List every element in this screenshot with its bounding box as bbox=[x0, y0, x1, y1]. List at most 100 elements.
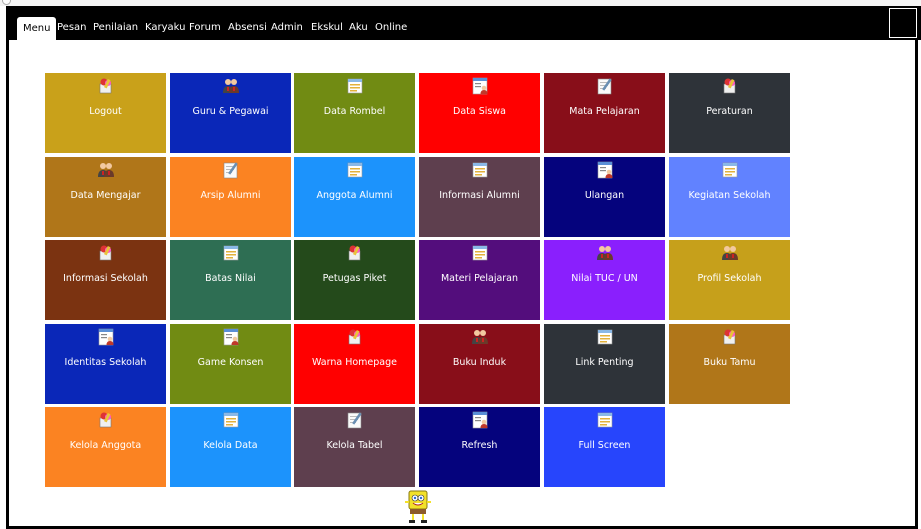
menu-tile-label: Refresh bbox=[461, 440, 498, 451]
menu-tile-batas-nilai[interactable]: Batas Nilai bbox=[170, 240, 291, 320]
menu-tile-kelola-anggota[interactable]: Kelola Anggota bbox=[45, 407, 166, 487]
window-icon bbox=[471, 244, 489, 262]
menu-tile-warna-homepage[interactable]: Warna Homepage bbox=[294, 324, 415, 404]
menu-tile-label: Buku Tamu bbox=[703, 357, 756, 368]
tab-penilaian[interactable]: Penilaian bbox=[93, 16, 138, 40]
sponge-mascot-icon bbox=[405, 490, 431, 523]
tab-ekskul[interactable]: Ekskul bbox=[311, 16, 343, 40]
menu-tile-label: Logout bbox=[89, 106, 122, 117]
top-nav-bar: Menu Pesan Penilaian Karyaku Forum Absen… bbox=[6, 6, 921, 40]
user-doc-icon bbox=[471, 77, 489, 95]
window-icon bbox=[596, 411, 614, 429]
menu-tile-label: Informasi Sekolah bbox=[63, 273, 148, 284]
pencil-box-icon bbox=[97, 244, 115, 262]
menu-tile-kegiatan-sekolah[interactable]: Kegiatan Sekolah bbox=[669, 157, 790, 237]
tab-menu[interactable]: Menu bbox=[17, 17, 57, 40]
pen-paper-icon bbox=[222, 161, 240, 179]
menu-tile-guru-pegawai[interactable]: Guru & Pegawai bbox=[170, 73, 291, 153]
users-icon bbox=[721, 244, 739, 262]
frame-right-border bbox=[915, 40, 918, 529]
menu-tile-label: Warna Homepage bbox=[312, 357, 397, 368]
tab-online[interactable]: Online bbox=[375, 16, 407, 40]
menu-tile-informasi-sekolah[interactable]: Informasi Sekolah bbox=[45, 240, 166, 320]
menu-tile-label: Buku Induk bbox=[452, 357, 507, 368]
window-icon bbox=[222, 244, 240, 262]
window-icon bbox=[721, 161, 739, 179]
users-icon bbox=[596, 244, 614, 262]
menu-tile-full-screen[interactable]: Full Screen bbox=[544, 407, 665, 487]
window-icon bbox=[222, 411, 240, 429]
tab-pesan[interactable]: Pesan bbox=[57, 16, 87, 40]
tab-aku[interactable]: Aku bbox=[349, 16, 368, 40]
menu-tile-label: Informasi Alumni bbox=[439, 190, 520, 201]
window-icon bbox=[471, 161, 489, 179]
user-doc-icon bbox=[596, 161, 614, 179]
tab-forum[interactable]: Forum bbox=[189, 16, 221, 40]
menu-tile-link-penting[interactable]: Link Penting bbox=[544, 324, 665, 404]
pen-paper-icon bbox=[346, 411, 364, 429]
user-doc-icon bbox=[471, 411, 489, 429]
pencil-box-icon bbox=[97, 77, 115, 95]
menu-tile-data-siswa[interactable]: Data Siswa bbox=[419, 73, 540, 153]
menu-tile-label: Arsip Alumni bbox=[200, 190, 261, 201]
users-icon bbox=[471, 328, 489, 346]
menu-tile-label: Data Mengajar bbox=[70, 190, 141, 201]
user-doc-icon bbox=[222, 328, 240, 346]
menu-tile-data-mengajar[interactable]: Data Mengajar bbox=[45, 157, 166, 237]
menu-tile-mata-pelajaran[interactable]: Mata Pelajaran bbox=[544, 73, 665, 153]
menu-tile-ulangan[interactable]: Ulangan bbox=[544, 157, 665, 237]
frame-left-border bbox=[6, 40, 9, 529]
menu-tile-refresh[interactable]: Refresh bbox=[419, 407, 540, 487]
menu-tile-label: Mata Pelajaran bbox=[569, 106, 640, 117]
menu-tile-label: Full Screen bbox=[578, 440, 631, 451]
menu-tile-arsip-alumni[interactable]: Arsip Alumni bbox=[170, 157, 291, 237]
pencil-box-icon bbox=[97, 411, 115, 429]
tab-absensi[interactable]: Absensi bbox=[228, 16, 267, 40]
menu-tile-kelola-data[interactable]: Kelola Data bbox=[170, 407, 291, 487]
menu-tile-label: Kelola Data bbox=[203, 440, 258, 451]
menu-tile-profil-sekolah[interactable]: Profil Sekolah bbox=[669, 240, 790, 320]
menu-tile-game-konsen[interactable]: Game Konsen bbox=[170, 324, 291, 404]
fullscreen-toggle-box[interactable] bbox=[889, 8, 917, 38]
menu-tile-label: Batas Nilai bbox=[205, 273, 256, 284]
menu-tile-peraturan[interactable]: Peraturan bbox=[669, 73, 790, 153]
users-icon bbox=[97, 161, 115, 179]
menu-tile-label: Ulangan bbox=[584, 190, 625, 201]
menu-tile-label: Data Rombel bbox=[323, 106, 386, 117]
menu-tile-nilai-tuc-un[interactable]: Nilai TUC / UN bbox=[544, 240, 665, 320]
menu-tile-data-rombel[interactable]: Data Rombel bbox=[294, 73, 415, 153]
tab-karyaku[interactable]: Karyaku bbox=[145, 16, 186, 40]
users-icon bbox=[222, 77, 240, 95]
menu-tile-label: Nilai TUC / UN bbox=[571, 273, 638, 284]
user-doc-icon bbox=[97, 328, 115, 346]
menu-tile-anggota-alumni[interactable]: Anggota Alumni bbox=[294, 157, 415, 237]
menu-tile-label: Game Konsen bbox=[197, 357, 264, 368]
tab-admin[interactable]: Admin bbox=[271, 16, 303, 40]
window-icon bbox=[346, 161, 364, 179]
menu-tile-buku-induk[interactable]: Buku Induk bbox=[419, 324, 540, 404]
menu-tile-buku-tamu[interactable]: Buku Tamu bbox=[669, 324, 790, 404]
menu-tile-label: Guru & Pegawai bbox=[192, 106, 269, 117]
menu-tile-label: Identitas Sekolah bbox=[64, 357, 147, 368]
menu-tile-label: Profil Sekolah bbox=[697, 273, 762, 284]
menu-tile-label: Kegiatan Sekolah bbox=[688, 190, 771, 201]
menu-tile-kelola-tabel[interactable]: Kelola Tabel bbox=[294, 407, 415, 487]
menu-tile-label: Kelola Tabel bbox=[326, 440, 383, 451]
menu-tile-logout[interactable]: Logout bbox=[45, 73, 166, 153]
window-icon bbox=[346, 77, 364, 95]
menu-tile-identitas-sekolah[interactable]: Identitas Sekolah bbox=[45, 324, 166, 404]
menu-tile-label: Link Penting bbox=[575, 357, 634, 368]
pencil-box-icon bbox=[346, 244, 364, 262]
menu-tile-label: Kelola Anggota bbox=[69, 440, 142, 451]
menu-tile-label: Anggota Alumni bbox=[316, 190, 393, 201]
window-icon bbox=[596, 328, 614, 346]
pen-paper-icon bbox=[596, 77, 614, 95]
menu-tile-label: Materi Pelajaran bbox=[440, 273, 519, 284]
menu-tile-label: Peraturan bbox=[706, 106, 753, 117]
menu-tile-petugas-piket[interactable]: Petugas Piket bbox=[294, 240, 415, 320]
menu-tile-label: Data Siswa bbox=[453, 106, 506, 117]
menu-tile-informasi-alumni[interactable]: Informasi Alumni bbox=[419, 157, 540, 237]
menu-tile-label: Petugas Piket bbox=[322, 273, 387, 284]
pencil-box-icon bbox=[346, 328, 364, 346]
menu-tile-materi-pelajaran[interactable]: Materi Pelajaran bbox=[419, 240, 540, 320]
